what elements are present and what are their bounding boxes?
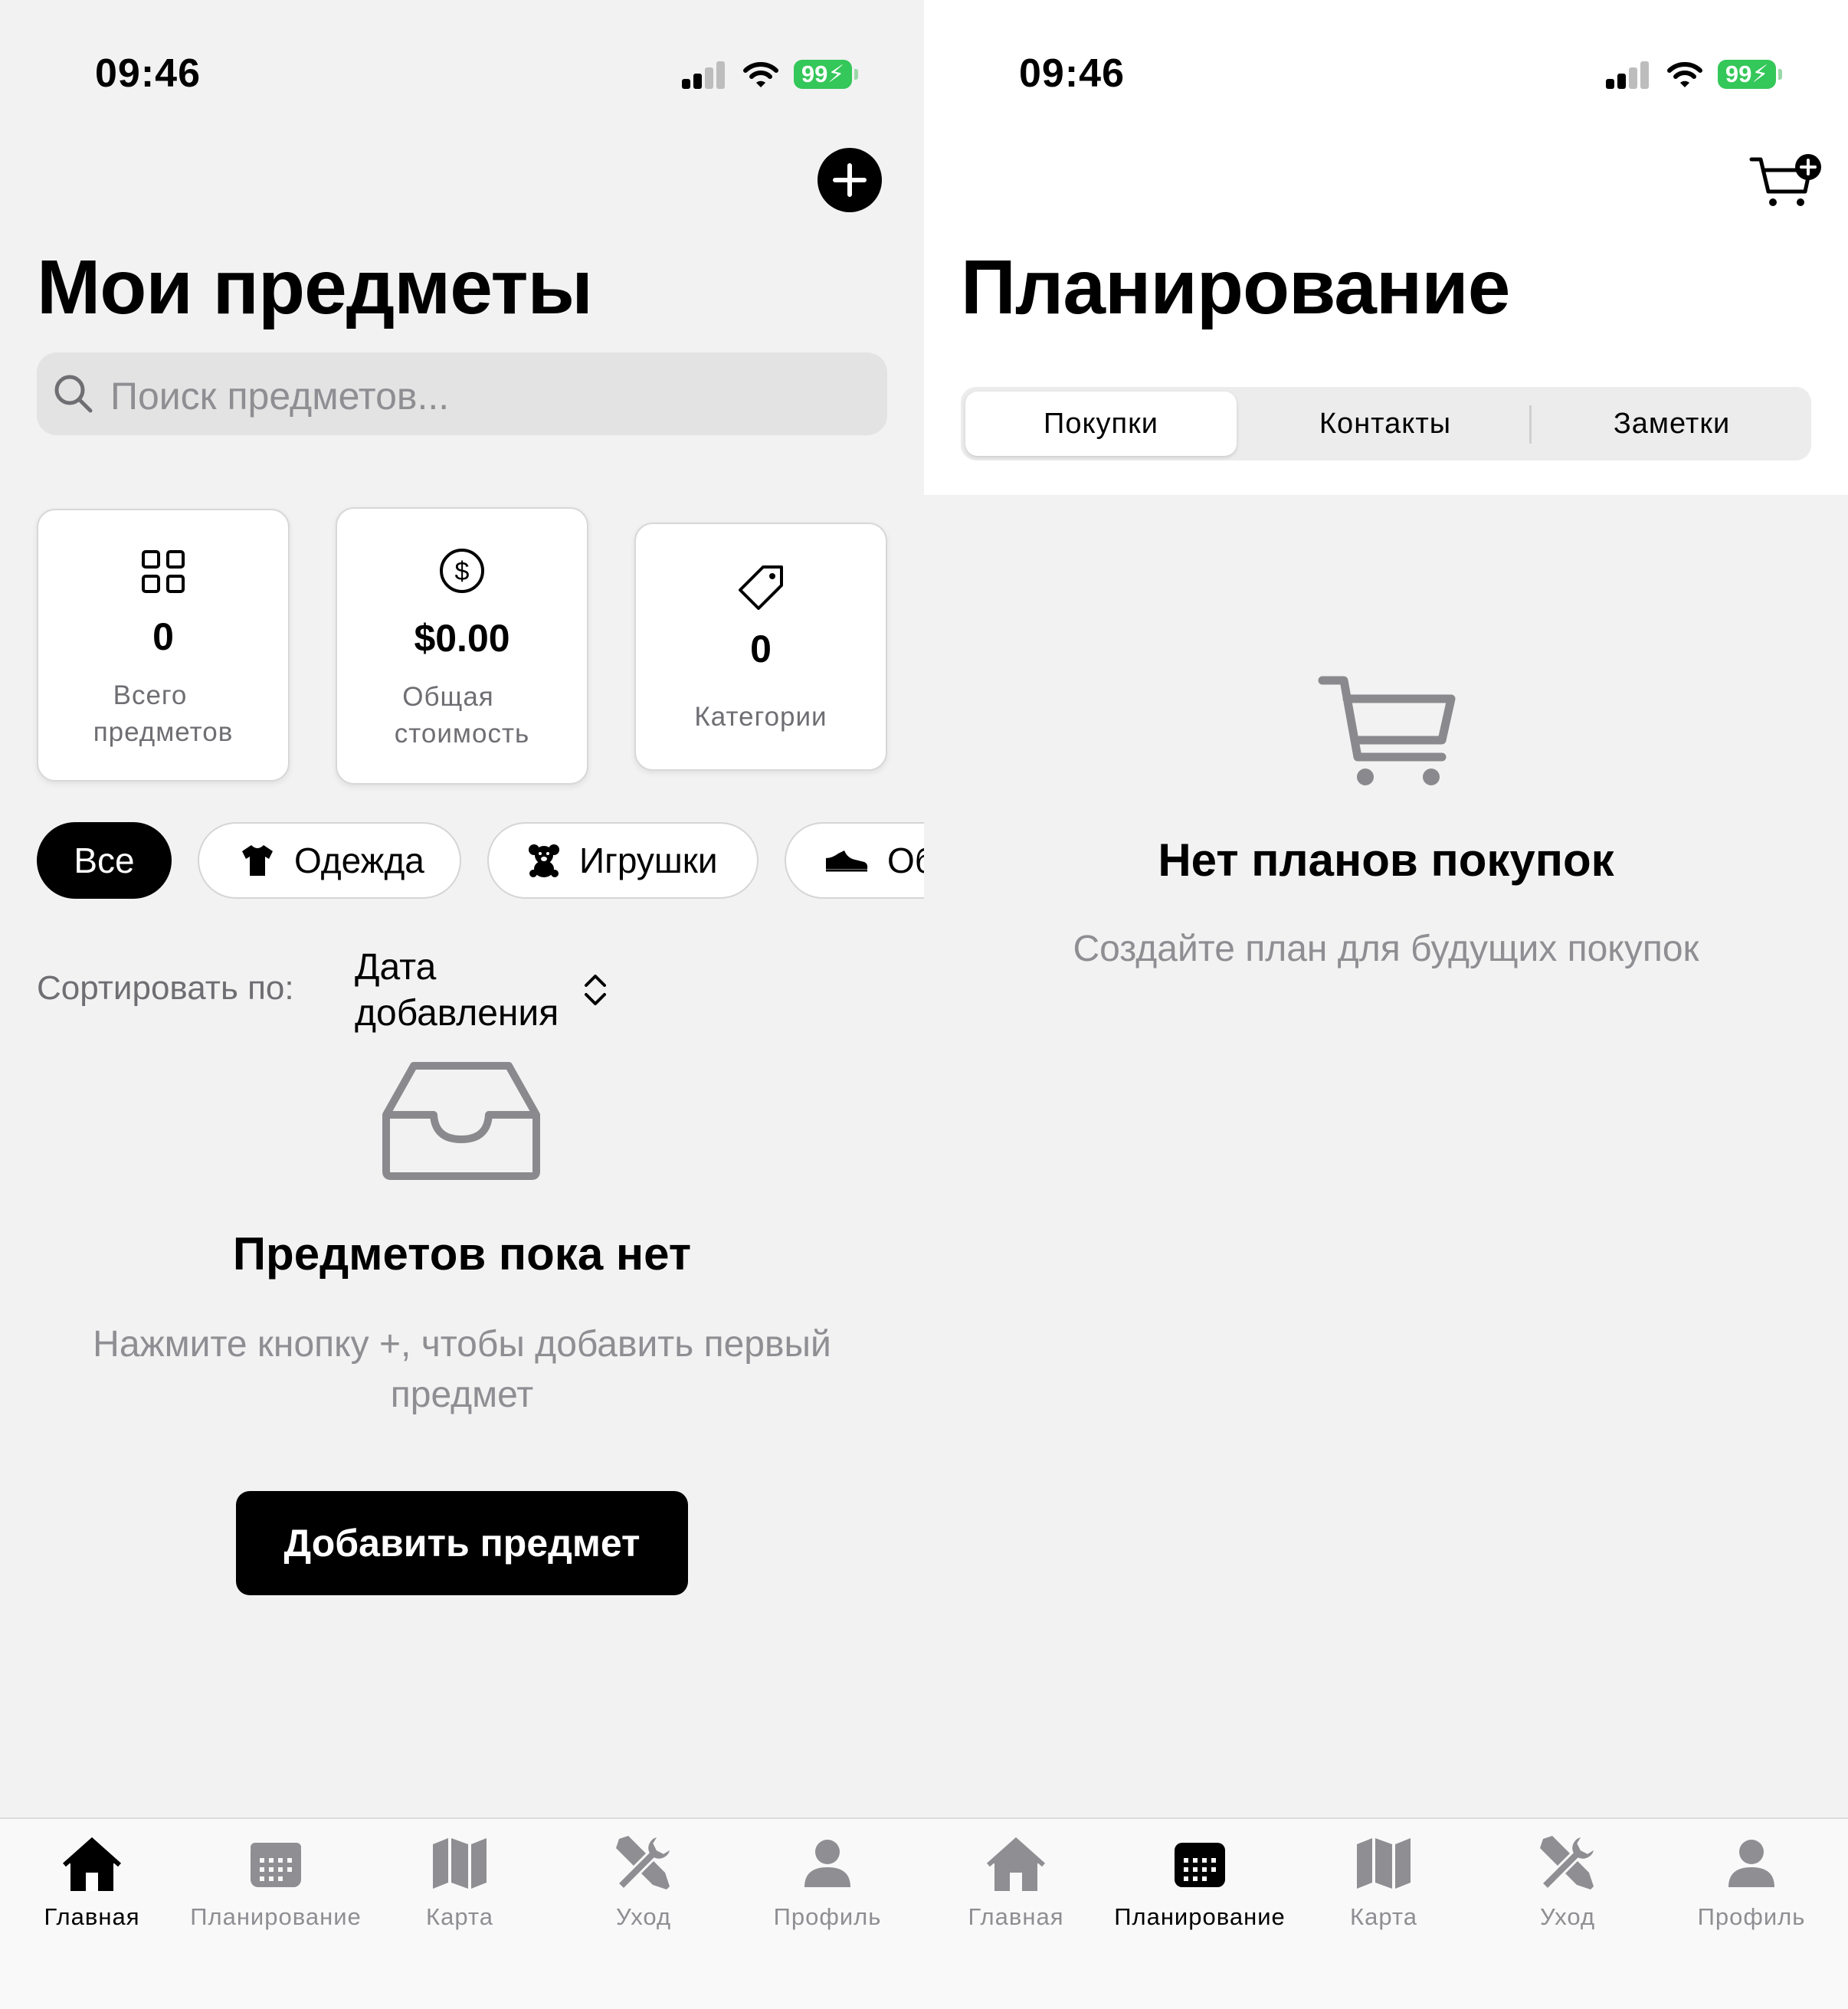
- teddy-bear-icon: [529, 844, 559, 877]
- person-icon: [804, 1840, 850, 1887]
- home-icon: [987, 1837, 1045, 1891]
- add-item-primary-button[interactable]: Добавить предмет: [236, 1491, 688, 1595]
- chip-shoes[interactable]: Об: [785, 822, 924, 899]
- empty-subtitle: Нажмите кнопку +, чтобы добавить первый: [93, 1324, 831, 1365]
- battery-level: 99: [1725, 61, 1752, 87]
- tab-profile[interactable]: Профиль: [1660, 1819, 1843, 2009]
- tab-home[interactable]: Главная: [0, 1819, 184, 2009]
- empty-subtitle: предмет: [390, 1375, 534, 1415]
- dollar-circle-icon: $: [440, 549, 484, 593]
- tab-planning[interactable]: Планирование: [1108, 1819, 1292, 2009]
- battery-icon: 99⚡: [1718, 60, 1782, 89]
- chip-label: Все: [74, 841, 135, 880]
- empty-title: Нет планов покупок: [1158, 834, 1614, 886]
- status-time: 09:46: [1019, 51, 1125, 96]
- home-screen: 09:46 99⚡ Мои предметы Поиск предметов..…: [0, 0, 924, 2009]
- sort-label: Сортировать по:: [37, 969, 294, 1007]
- segment-notes[interactable]: Заметки: [1537, 392, 1807, 456]
- segment-purchases[interactable]: Покупки: [965, 392, 1237, 456]
- battery-level: 99: [801, 61, 828, 87]
- tray-icon: [382, 1062, 540, 1180]
- stat-value: 0: [750, 628, 772, 670]
- tab-label: Профиль: [1697, 1903, 1806, 1930]
- calendar-icon: [1175, 1843, 1225, 1887]
- empty-subtitle: Создайте план для будущих покупок: [1073, 929, 1699, 969]
- svg-text:$: $: [455, 557, 470, 586]
- chip-label: Игрушки: [579, 841, 718, 880]
- wifi-icon: [1667, 62, 1702, 87]
- tab-label: Карта: [1350, 1903, 1417, 1930]
- tab-label: Планирование: [190, 1903, 362, 1930]
- stat-card-total-value: $ $0.00 Общая стоимость: [336, 507, 588, 785]
- tag-icon: [739, 565, 783, 610]
- tab-care[interactable]: Уход: [1476, 1819, 1660, 2009]
- chip-label: Одежда: [294, 841, 424, 880]
- tools-icon: [615, 1834, 673, 1892]
- page-title: Мои предметы: [37, 244, 593, 330]
- cellular-signal-icon: [1606, 60, 1650, 89]
- tab-home[interactable]: Главная: [924, 1819, 1108, 2009]
- shoe-icon: [826, 850, 868, 872]
- stat-value: 0: [152, 615, 174, 658]
- stat-card-categories: 0 Категории: [634, 523, 887, 771]
- stat-card-total-items: 0 Всего предметов: [37, 509, 290, 782]
- sort-value-line: Дата: [355, 947, 437, 988]
- map-icon: [1357, 1838, 1411, 1889]
- tab-label: Планирование: [1114, 1903, 1286, 1930]
- tools-icon: [1539, 1834, 1597, 1892]
- search-icon: [54, 375, 93, 413]
- tab-label: Уход: [1539, 1903, 1596, 1930]
- stat-label: Всего: [113, 680, 188, 710]
- chip-label: Об: [887, 841, 924, 880]
- segmented-control: Покупки Контакты Заметки: [961, 387, 1811, 460]
- add-item-button[interactable]: [817, 147, 883, 213]
- search-input[interactable]: Поиск предметов...: [37, 352, 887, 435]
- battery-icon: 99⚡: [794, 60, 858, 89]
- planning-screen: 09:46 99⚡ Планирование Покупки Контакты …: [924, 0, 1848, 2009]
- stat-label: Категории: [694, 702, 827, 732]
- stat-value: $0.00: [414, 617, 510, 660]
- tshirt-icon: [242, 845, 273, 876]
- grid-icon: [142, 550, 185, 593]
- chevron-up-down-icon[interactable]: [582, 972, 608, 1008]
- chip-toys[interactable]: Игрушки: [487, 822, 759, 899]
- stat-label: Общая: [402, 682, 494, 712]
- tab-map[interactable]: Карта: [368, 1819, 552, 2009]
- tab-planning[interactable]: Планирование: [184, 1819, 368, 2009]
- empty-title: Предметов пока нет: [232, 1228, 692, 1280]
- page-title: Планирование: [961, 244, 1510, 330]
- cart-icon: [1318, 676, 1456, 785]
- tab-care[interactable]: Уход: [552, 1819, 736, 2009]
- tab-profile[interactable]: Профиль: [736, 1819, 919, 2009]
- status-time: 09:46: [95, 51, 201, 96]
- tab-bar: Главная Планирование Карта Уход Профиль: [0, 1817, 924, 2009]
- calendar-icon: [251, 1843, 301, 1887]
- wifi-icon: [743, 62, 778, 87]
- tab-label: Карта: [426, 1903, 493, 1930]
- add-to-cart-button[interactable]: [1748, 152, 1822, 210]
- tab-map[interactable]: Карта: [1292, 1819, 1476, 2009]
- person-icon: [1728, 1840, 1774, 1887]
- stat-label: стоимость: [394, 719, 530, 749]
- stat-label: предметов: [93, 717, 234, 747]
- home-icon: [63, 1837, 121, 1891]
- chip-all[interactable]: Все: [37, 822, 172, 899]
- sort-picker[interactable]: Дата добавления: [355, 945, 559, 1037]
- tab-label: Уход: [615, 1903, 672, 1930]
- sort-value-line: добавления: [355, 993, 559, 1034]
- search-placeholder: Поиск предметов...: [110, 375, 450, 418]
- chip-clothes[interactable]: Одежда: [198, 822, 461, 899]
- segment-contacts[interactable]: Контакты: [1247, 392, 1523, 456]
- cellular-signal-icon: [682, 60, 726, 89]
- map-icon: [433, 1838, 487, 1889]
- tab-bar: Главная Планирование Карта Уход Профиль: [924, 1817, 1848, 2009]
- segment-divider: [1529, 405, 1532, 444]
- tab-label: Профиль: [773, 1903, 882, 1930]
